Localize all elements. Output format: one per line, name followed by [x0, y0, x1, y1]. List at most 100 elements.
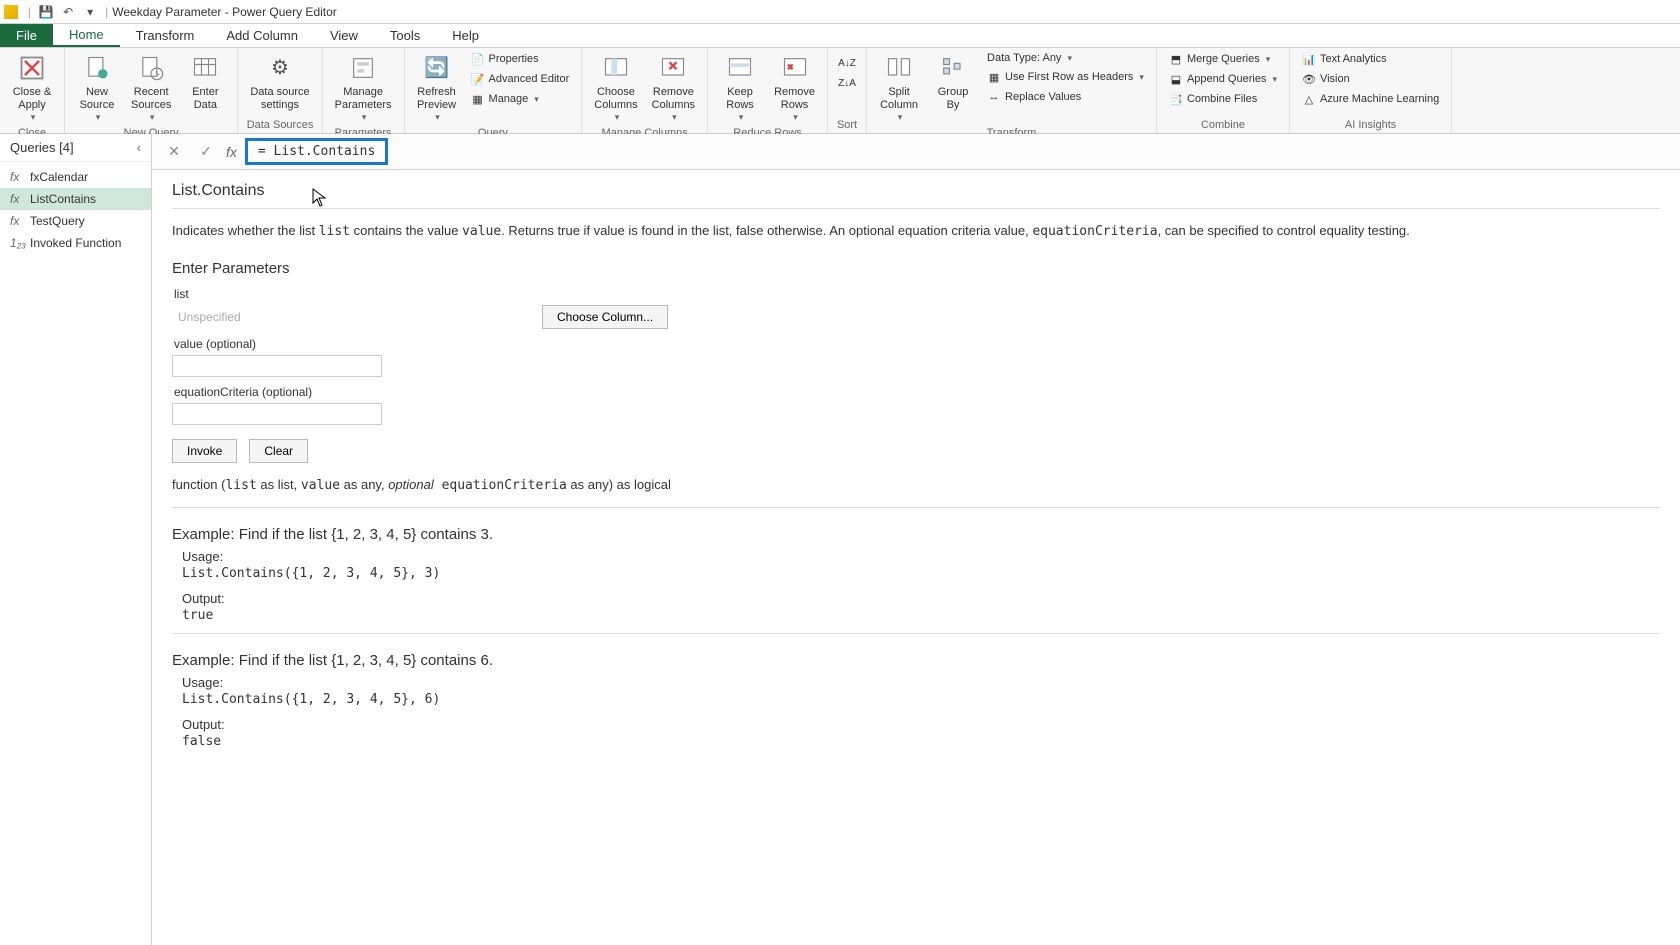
number-icon: 1₂₃: [10, 236, 24, 250]
remove-rows-icon: [779, 52, 811, 84]
query-item-invoked-function[interactable]: 1₂₃Invoked Function: [0, 232, 151, 254]
close-apply-button[interactable]: Close & Apply▾: [8, 50, 56, 125]
group-close: Close & Apply▾ Close: [0, 48, 65, 133]
tab-file[interactable]: File: [0, 24, 53, 47]
query-list: fxfxCalendar fxListContains fxTestQuery …: [0, 162, 151, 258]
example1-title: Example: Find if the list {1, 2, 3, 4, 5…: [172, 526, 1660, 543]
title-bar: | 💾 ↶ ▾ | Weekday Parameter - Power Quer…: [0, 0, 1680, 24]
separator: |: [28, 5, 31, 19]
group-combine: ⬒Merge Queries▾ ⬓Append Queries▾ 📑Combin…: [1157, 48, 1290, 133]
tab-home[interactable]: Home: [53, 24, 120, 47]
split-column-button[interactable]: Split Column▾: [875, 50, 923, 125]
param-list-label: list: [174, 287, 1660, 301]
remove-rows-button[interactable]: Remove Rows▾: [770, 50, 819, 125]
properties-icon: 📄: [471, 52, 485, 66]
replace-values-button[interactable]: ↔Replace Values: [983, 88, 1148, 106]
accept-formula-icon[interactable]: ✓: [194, 140, 218, 164]
example2-title: Example: Find if the list {1, 2, 3, 4, 5…: [172, 652, 1660, 669]
separator: |: [105, 5, 108, 19]
app-icon: [4, 5, 18, 19]
tab-transform[interactable]: Transform: [120, 24, 211, 47]
text-analytics-button[interactable]: 📊Text Analytics: [1298, 50, 1443, 68]
collapse-pane-icon[interactable]: ‹: [137, 140, 141, 155]
workspace: Queries [4] ‹ fxfxCalendar fxListContain…: [0, 134, 1680, 945]
group-ai-insights: 📊Text Analytics 👁Vision △Azure Machine L…: [1290, 48, 1452, 133]
save-icon[interactable]: 💾: [38, 4, 54, 20]
sort-asc-button[interactable]: A↓Z: [836, 54, 858, 72]
properties-button[interactable]: 📄Properties: [467, 50, 574, 68]
choose-columns-button[interactable]: Choose Columns▾: [590, 50, 641, 125]
replace-icon: ↔: [987, 90, 1001, 104]
group-query: 🔄Refresh Preview▾ 📄Properties 📝Advanced …: [405, 48, 583, 133]
param-value-input[interactable]: [172, 355, 382, 377]
enter-data-icon: [189, 52, 221, 84]
combine-files-button[interactable]: 📑Combine Files: [1165, 90, 1281, 108]
manage-icon: ▦: [471, 92, 485, 106]
vision-icon: 👁: [1302, 72, 1316, 86]
vision-button[interactable]: 👁Vision: [1298, 70, 1443, 88]
sort-desc-button[interactable]: Z↓A: [836, 74, 858, 92]
formula-input[interactable]: = List.Contains: [245, 138, 388, 165]
split-column-icon: [883, 52, 915, 84]
param-equation-input[interactable]: [172, 403, 382, 425]
merge-queries-button[interactable]: ⬒Merge Queries▾: [1165, 50, 1281, 68]
keep-rows-button[interactable]: Keep Rows▾: [716, 50, 764, 125]
divider: [172, 507, 1660, 508]
ribbon: Close & Apply▾ Close New Source▾ Recent …: [0, 48, 1680, 134]
group-by-icon: [937, 52, 969, 84]
clear-button[interactable]: Clear: [249, 439, 308, 463]
remove-columns-icon: [657, 52, 689, 84]
query-item-testquery[interactable]: fxTestQuery: [0, 210, 151, 232]
cancel-formula-icon[interactable]: ✕: [162, 140, 186, 164]
advanced-editor-button[interactable]: 📝Advanced Editor: [467, 70, 574, 88]
group-data-sources: ⚙Data source settings Data Sources: [238, 48, 322, 133]
window-title: Weekday Parameter - Power Query Editor: [112, 5, 337, 19]
manage-parameters-button[interactable]: Manage Parameters▾: [331, 50, 396, 125]
azure-ml-button[interactable]: △Azure Machine Learning: [1298, 90, 1443, 108]
tab-view[interactable]: View: [314, 24, 374, 47]
divider: [172, 208, 1660, 209]
main-area: ✕ ✓ fx = List.Contains List.Contains Ind…: [152, 134, 1680, 945]
group-by-button[interactable]: Group By: [929, 50, 977, 114]
tab-help[interactable]: Help: [436, 24, 495, 47]
query-item-listcontains[interactable]: fxListContains: [0, 188, 151, 210]
fx-icon[interactable]: fx: [226, 144, 237, 160]
formula-bar: ✕ ✓ fx = List.Contains: [152, 134, 1680, 170]
append-icon: ⬓: [1169, 72, 1183, 86]
gear-icon: ⚙: [264, 52, 296, 84]
tab-tools[interactable]: Tools: [374, 24, 436, 47]
new-source-button[interactable]: New Source▾: [73, 50, 121, 125]
tab-add-column[interactable]: Add Column: [210, 24, 314, 47]
divider: [172, 633, 1660, 634]
data-type-button[interactable]: Data Type: Any▾: [983, 50, 1148, 66]
choose-columns-icon: [600, 52, 632, 84]
remove-columns-button[interactable]: Remove Columns▾: [648, 50, 699, 125]
group-sort: A↓Z Z↓A Sort: [828, 48, 867, 133]
azure-ml-icon: △: [1302, 92, 1316, 106]
combine-files-icon: 📑: [1169, 92, 1183, 106]
invoke-button[interactable]: Invoke: [172, 439, 237, 463]
choose-column-button[interactable]: Choose Column...: [542, 305, 668, 329]
enter-data-button[interactable]: Enter Data: [181, 50, 229, 114]
group-transform: Split Column▾ Group By Data Type: Any▾ ▦…: [867, 48, 1157, 133]
group-label: Data Sources: [246, 117, 313, 133]
keep-rows-icon: [724, 52, 756, 84]
query-item-fxcalendar[interactable]: fxfxCalendar: [0, 166, 151, 188]
data-source-settings-button[interactable]: ⚙Data source settings: [246, 50, 313, 114]
function-description: Indicates whether the list list contains…: [172, 221, 1660, 242]
recent-sources-button[interactable]: Recent Sources▾: [127, 50, 175, 125]
headers-icon: ▦: [987, 70, 1001, 84]
customize-qat-icon[interactable]: ▾: [82, 4, 98, 20]
group-manage-columns: Choose Columns▾ Remove Columns▾ Manage C…: [582, 48, 708, 133]
queries-header: Queries [4] ‹: [0, 134, 151, 162]
undo-icon[interactable]: ↶: [60, 4, 76, 20]
text-analytics-icon: 📊: [1302, 52, 1316, 66]
manage-button[interactable]: ▦Manage▾: [467, 90, 574, 108]
refresh-preview-button[interactable]: 🔄Refresh Preview▾: [413, 50, 461, 125]
sort-desc-icon: Z↓A: [840, 76, 854, 90]
function-signature: function (list as list, value as any, op…: [172, 477, 1660, 493]
sort-asc-icon: A↓Z: [840, 56, 854, 70]
group-label: Combine: [1165, 117, 1281, 133]
first-row-headers-button[interactable]: ▦Use First Row as Headers▾: [983, 68, 1148, 86]
append-queries-button[interactable]: ⬓Append Queries▾: [1165, 70, 1281, 88]
